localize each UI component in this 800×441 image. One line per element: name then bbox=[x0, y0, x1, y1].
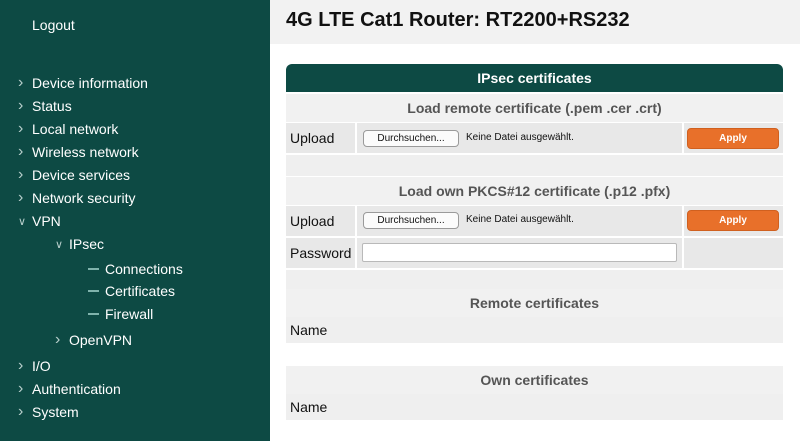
upload-label-cell: Upload bbox=[286, 123, 355, 153]
upload-field-cell: Durchsuchen... Keine Datei ausgewählt. bbox=[357, 123, 682, 153]
sidebar-item-vpn[interactable]: VPN bbox=[18, 213, 61, 229]
chevron-right-icon bbox=[18, 191, 32, 205]
password-field-cell bbox=[357, 238, 682, 268]
chevron-right-icon bbox=[18, 382, 32, 396]
sidebar-item-label: Local network bbox=[32, 121, 119, 137]
chevron-right-icon bbox=[18, 359, 32, 373]
spacer bbox=[286, 155, 783, 176]
sidebar: Logout Device information Status Local n… bbox=[0, 0, 270, 441]
sidebar-item-openvpn[interactable]: OpenVPN bbox=[55, 332, 132, 348]
chevron-right-icon bbox=[18, 145, 32, 159]
chevron-right-icon bbox=[18, 99, 32, 113]
sidebar-item-label: Device services bbox=[32, 167, 131, 183]
sidebar-item-label: I/O bbox=[32, 358, 51, 374]
page-title: 4G LTE Cat1 Router: RT2200+RS232 bbox=[286, 9, 630, 31]
upload-label: Upload bbox=[290, 213, 335, 229]
sidebar-item-network-security[interactable]: Network security bbox=[18, 190, 135, 206]
chevron-right-icon bbox=[18, 122, 32, 136]
name-column-header: Name bbox=[290, 322, 328, 338]
header: 4G LTE Cat1 Router: RT2200+RS232 bbox=[270, 0, 800, 44]
sidebar-item-label: VPN bbox=[32, 213, 61, 229]
name-column-header: Name bbox=[290, 399, 328, 415]
sidebar-item-certificates[interactable]: Certificates bbox=[88, 283, 175, 299]
sidebar-item-authentication[interactable]: Authentication bbox=[18, 381, 121, 397]
sidebar-item-device-services[interactable]: Device services bbox=[18, 167, 130, 183]
browse-button[interactable]: Durchsuchen... bbox=[363, 130, 459, 147]
sidebar-item-ipsec[interactable]: IPsec bbox=[55, 236, 104, 252]
sidebar-item-label: Network security bbox=[32, 190, 136, 206]
section-title-load-remote: Load remote certificate (.pem .cer .crt) bbox=[286, 94, 783, 122]
sidebar-item-label: Connections bbox=[105, 261, 183, 277]
apply-button[interactable]: Apply bbox=[687, 128, 779, 149]
chevron-right-icon bbox=[55, 333, 69, 347]
section-title-load-own: Load own PKCS#12 certificate (.p12 .pfx) bbox=[286, 177, 783, 205]
chevron-right-icon bbox=[18, 405, 32, 419]
sidebar-item-label: Status bbox=[32, 98, 72, 114]
sidebar-item-io[interactable]: I/O bbox=[18, 358, 51, 374]
upload-label: Upload bbox=[290, 130, 335, 146]
remote-certs-name-row: Name bbox=[286, 317, 783, 343]
dash-icon bbox=[88, 313, 99, 315]
apply-button[interactable]: Apply bbox=[687, 210, 779, 231]
upload-label-cell: Upload bbox=[286, 206, 355, 236]
sidebar-item-device-information[interactable]: Device information bbox=[18, 75, 148, 91]
chevron-right-icon bbox=[18, 76, 32, 90]
upload-field-cell: Durchsuchen... Keine Datei ausgewählt. bbox=[357, 206, 682, 236]
sidebar-item-local-network[interactable]: Local network bbox=[18, 121, 118, 137]
sidebar-item-label: OpenVPN bbox=[69, 332, 133, 348]
dash-icon bbox=[88, 268, 99, 270]
chevron-right-icon bbox=[18, 168, 32, 182]
sidebar-item-label: System bbox=[32, 404, 79, 420]
section-title-own-certs: Own certificates bbox=[286, 366, 783, 394]
password-empty-cell bbox=[684, 238, 783, 268]
chevron-down-icon bbox=[55, 237, 69, 252]
password-label: Password bbox=[290, 245, 352, 261]
sidebar-item-label: Certificates bbox=[105, 283, 176, 299]
sidebar-item-label: IPsec bbox=[69, 236, 105, 252]
apply-cell: Apply bbox=[684, 206, 783, 236]
sidebar-item-label: Wireless network bbox=[32, 144, 139, 160]
sidebar-item-system[interactable]: System bbox=[18, 404, 79, 420]
password-field[interactable] bbox=[362, 243, 677, 262]
sidebar-item-label: Device information bbox=[32, 75, 148, 91]
sidebar-item-status[interactable]: Status bbox=[18, 98, 72, 114]
sidebar-item-firewall[interactable]: Firewall bbox=[88, 306, 153, 322]
browse-button[interactable]: Durchsuchen... bbox=[363, 212, 459, 229]
sidebar-item-connections[interactable]: Connections bbox=[88, 261, 183, 277]
section-title-remote-certs: Remote certificates bbox=[286, 289, 783, 317]
own-certs-name-row: Name bbox=[286, 394, 783, 420]
chevron-down-icon bbox=[18, 214, 32, 229]
sidebar-item-label: Firewall bbox=[105, 306, 154, 322]
apply-cell: Apply bbox=[684, 123, 783, 153]
logout-link[interactable]: Logout bbox=[32, 17, 75, 33]
file-status: Keine Datei ausgewählt. bbox=[466, 132, 574, 143]
dash-icon bbox=[88, 290, 99, 292]
panel-title: IPsec certificates bbox=[286, 64, 783, 92]
sidebar-item-label: Authentication bbox=[32, 381, 121, 397]
sidebar-item-wireless-network[interactable]: Wireless network bbox=[18, 144, 139, 160]
file-status: Keine Datei ausgewählt. bbox=[466, 214, 574, 225]
password-label-cell: Password bbox=[286, 238, 355, 268]
spacer bbox=[286, 270, 783, 290]
